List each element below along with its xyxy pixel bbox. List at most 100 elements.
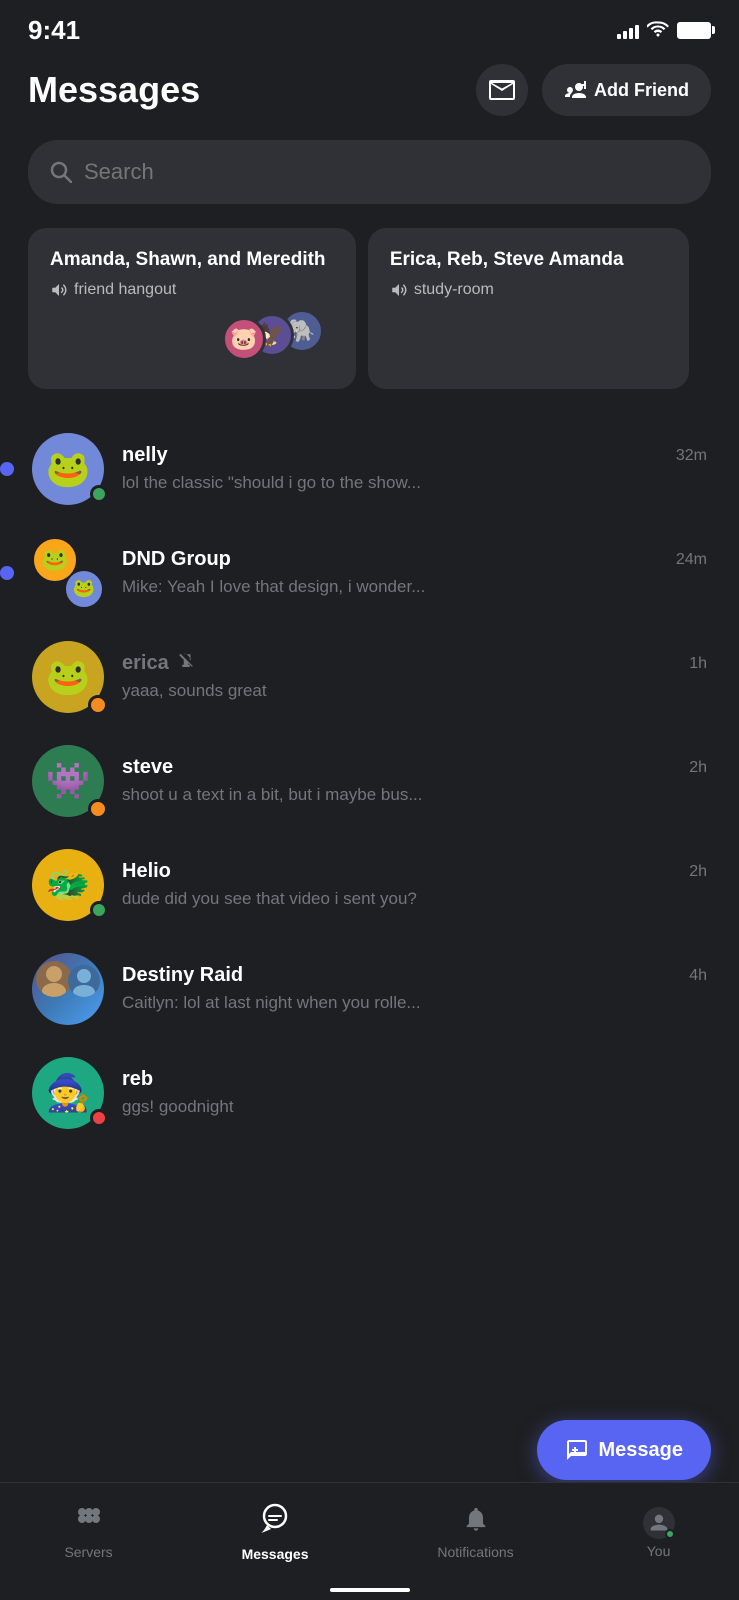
message-item-dnd-group[interactable]: 🐸 🐸 DND Group 24m Mike: Yeah I love that… <box>18 521 721 625</box>
message-item-helio[interactable]: 🐲 Helio 2h dude did you see that video i… <box>18 833 721 937</box>
message-name-row-destiny: Destiny Raid 4h <box>122 964 707 987</box>
speaker-icon-2 <box>390 281 408 299</box>
mail-button[interactable] <box>476 64 528 116</box>
header: Messages Add Friend <box>0 54 739 132</box>
status-time: 9:41 <box>28 15 80 46</box>
mute-icon-erica <box>177 652 195 675</box>
nav-item-servers[interactable]: Servers <box>40 1497 136 1568</box>
message-name-dnd: DND Group <box>122 548 231 571</box>
nav-label-notifications: Notifications <box>437 1544 513 1560</box>
voice-card-1-channel-name: friend hangout <box>74 281 176 299</box>
message-preview-nelly: lol the classic "should i go to the show… <box>122 473 707 493</box>
message-name-row-reb: reb <box>122 1068 707 1091</box>
avatar-wrap-helio: 🐲 <box>32 849 104 921</box>
message-name-steve: steve <box>122 756 173 779</box>
avatar-dnd-sub: 🐸 <box>64 569 104 609</box>
message-content-erica: erica 1h yaaa, sounds great <box>122 652 707 701</box>
message-preview-steve: shoot u a text in a bit, but i maybe bus… <box>122 785 707 805</box>
message-preview-destiny: Caitlyn: lol at last night when you roll… <box>122 993 707 1013</box>
avatar-wrap-nelly: 🐸 <box>32 433 104 505</box>
battery-icon <box>677 22 711 39</box>
nav-label-servers: Servers <box>64 1544 112 1560</box>
voice-card-1-channel: friend hangout <box>50 281 334 299</box>
avatar-wrap-reb: 🧙 <box>32 1057 104 1129</box>
message-content-helio: Helio 2h dude did you see that video i s… <box>122 860 707 909</box>
new-message-fab[interactable]: Message <box>537 1420 712 1480</box>
unread-indicator-dnd <box>0 566 14 580</box>
message-name-row-steve: steve 2h <box>122 756 707 779</box>
speaker-icon <box>50 281 68 299</box>
message-list: 🐸 nelly 32m lol the classic "should i go… <box>0 417 739 1145</box>
status-steve <box>88 799 108 819</box>
voice-avatar-3: 🐷 <box>222 317 266 361</box>
search-bar[interactable] <box>28 140 711 204</box>
message-name-reb: reb <box>122 1068 153 1091</box>
fab-label: Message <box>599 1439 684 1462</box>
message-content-destiny: Destiny Raid 4h Caitlyn: lol at last nig… <box>122 964 707 1013</box>
search-icon <box>50 161 72 183</box>
voice-card-1-avatars: 🐘 🦅 🐷 <box>50 309 334 369</box>
voice-card-2-channel-name: study-room <box>414 281 494 299</box>
avatar-wrap-dnd: 🐸 🐸 <box>32 537 104 609</box>
message-content-nelly: nelly 32m lol the classic "should i go t… <box>122 444 707 493</box>
message-time-erica: 1h <box>689 655 707 673</box>
message-preview-helio: dude did you see that video i sent you? <box>122 889 707 909</box>
message-time-destiny: 4h <box>689 967 707 985</box>
nav-item-notifications[interactable]: Notifications <box>413 1497 537 1568</box>
status-erica <box>88 695 108 715</box>
dnd-dot-reb <box>90 1109 108 1127</box>
voice-card-1[interactable]: Amanda, Shawn, and Meredith friend hango… <box>28 228 356 389</box>
home-indicator <box>330 1588 410 1592</box>
voice-card-1-name: Amanda, Shawn, and Meredith <box>50 248 334 273</box>
avatar-wrap-steve: 👾 <box>32 745 104 817</box>
wifi-icon <box>647 19 669 42</box>
status-bar: 9:41 <box>0 0 739 54</box>
servers-icon <box>75 1505 103 1540</box>
search-input[interactable] <box>84 159 689 185</box>
nav-label-messages: Messages <box>242 1546 309 1562</box>
message-time-helio: 2h <box>689 863 707 881</box>
you-icon <box>643 1507 675 1539</box>
header-actions: Add Friend <box>476 64 711 116</box>
avatar-wrap-destiny <box>32 953 104 1025</box>
online-dot-nelly <box>90 485 108 503</box>
message-content-steve: steve 2h shoot u a text in a bit, but i … <box>122 756 707 805</box>
message-plus-icon <box>565 1438 589 1462</box>
messages-nav-icon <box>259 1503 291 1542</box>
voice-card-2-channel: study-room <box>390 281 667 299</box>
page-title: Messages <box>28 69 200 111</box>
nav-item-you[interactable]: You <box>619 1499 699 1567</box>
message-preview-erica: yaaa, sounds great <box>122 681 707 701</box>
voice-card-2[interactable]: Erica, Reb, Steve Amanda study-room <box>368 228 689 389</box>
message-preview-dnd: Mike: Yeah I love that design, i wonder.… <box>122 577 707 597</box>
message-item-steve[interactable]: 👾 steve 2h shoot u a text in a bit, but … <box>18 729 721 833</box>
message-content-reb: reb ggs! goodnight <box>122 1068 707 1117</box>
message-name-row-dnd: DND Group 24m <box>122 548 707 571</box>
nav-label-you: You <box>647 1543 671 1559</box>
voice-card-2-name: Erica, Reb, Steve Amanda <box>390 248 667 273</box>
message-name-row-erica: erica 1h <box>122 652 707 675</box>
message-name-row-nelly: nelly 32m <box>122 444 707 467</box>
avatar-wrap-erica: 🐸 <box>32 641 104 713</box>
voice-channels-row: Amanda, Shawn, and Meredith friend hango… <box>0 228 739 389</box>
message-item-nelly[interactable]: 🐸 nelly 32m lol the classic "should i go… <box>18 417 721 521</box>
message-time-dnd: 24m <box>676 551 707 569</box>
message-content-dnd: DND Group 24m Mike: Yeah I love that des… <box>122 548 707 597</box>
notifications-icon <box>462 1505 490 1540</box>
add-friend-button[interactable]: Add Friend <box>542 64 711 116</box>
message-preview-reb: ggs! goodnight <box>122 1097 707 1117</box>
status-icons <box>617 19 711 42</box>
add-friend-label: Add Friend <box>594 80 689 101</box>
bottom-nav: Servers Messages Notifications <box>0 1482 739 1600</box>
message-name-helio: Helio <box>122 860 171 883</box>
message-name-destiny: Destiny Raid <box>122 964 243 987</box>
nav-item-messages[interactable]: Messages <box>218 1495 333 1570</box>
message-item-erica[interactable]: 🐸 erica 1h yaaa, sounds great <box>18 625 721 729</box>
signal-icon <box>617 21 639 39</box>
message-item-reb[interactable]: 🧙 reb ggs! goodnight <box>18 1041 721 1145</box>
message-item-destiny-raid[interactable]: Destiny Raid 4h Caitlyn: lol at last nig… <box>18 937 721 1041</box>
message-time-steve: 2h <box>689 759 707 777</box>
message-name-row-helio: Helio 2h <box>122 860 707 883</box>
message-time-nelly: 32m <box>676 447 707 465</box>
avatar-destiny <box>32 953 104 1025</box>
